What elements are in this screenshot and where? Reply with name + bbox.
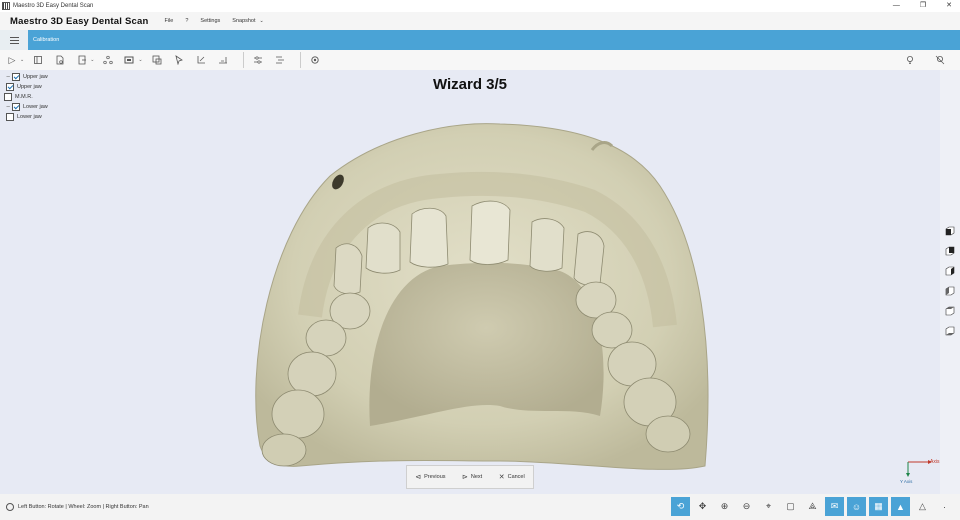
export-icon[interactable] <box>74 52 90 68</box>
chevron-down-icon[interactable]: ⌄ <box>20 57 24 63</box>
menu-file[interactable]: File <box>164 18 173 24</box>
play-icon[interactable]: ▷ <box>4 52 20 68</box>
tree-item-label: Lower jaw <box>17 114 42 120</box>
tree-group-lower-jaw[interactable]: − Lower jaw <box>4 102 48 112</box>
center-view-button[interactable]: ⌖ <box>759 497 778 516</box>
lightbulb-icon[interactable] <box>902 52 918 68</box>
menu-bar: Maestro 3D Easy Dental Scan File ? Setti… <box>0 12 960 30</box>
status-bar: Left Button: Rotate | Wheel: Zoom | Righ… <box>0 494 960 520</box>
cancel-button[interactable]: ✕ Cancel <box>499 473 525 481</box>
toolbar-divider <box>242 52 244 68</box>
grid-view-button[interactable]: ▦ <box>869 497 888 516</box>
pan-tool-button[interactable]: ✥ <box>693 497 712 516</box>
menu-help[interactable]: ? <box>185 18 188 24</box>
previous-button[interactable]: ⊲ Previous <box>415 473 445 481</box>
wizard-title: Wizard 3/5 <box>432 76 508 93</box>
cancel-label: Cancel <box>507 474 525 480</box>
x-axis-label: Axis <box>930 459 940 465</box>
tree-item-label: Lower jaw <box>23 104 48 110</box>
collapse-icon[interactable]: − <box>4 104 12 111</box>
dental-jaw-model[interactable] <box>240 116 720 476</box>
lightbulb-off-icon[interactable] <box>932 52 948 68</box>
minimize-icon[interactable]: — <box>893 0 900 12</box>
next-label: Next <box>470 474 483 480</box>
window-title: Maestro 3D Easy Dental Scan <box>13 3 94 9</box>
view-left-icon[interactable] <box>945 266 955 276</box>
view-top-icon[interactable] <box>945 306 955 316</box>
tab-calibration[interactable]: Calibration <box>33 37 59 43</box>
wizard-navigation: ⊲ Previous ⊳ Next ✕ Cancel <box>406 465 534 489</box>
checkbox-mmr[interactable] <box>4 93 12 101</box>
share-icon[interactable] <box>100 52 116 68</box>
next-button[interactable]: ⊳ Next <box>462 473 482 481</box>
checkbox-lower-jaw[interactable] <box>6 113 14 121</box>
menu-snapshot[interactable]: Snapshot ⌄ <box>232 18 263 24</box>
mesh-view-button[interactable]: ⟁ <box>803 497 822 516</box>
comment-view-button[interactable]: ✉ <box>825 497 844 516</box>
align-icon[interactable] <box>149 52 165 68</box>
tree-item-mmr[interactable]: M.M.R. <box>4 92 48 102</box>
select-icon[interactable] <box>171 52 187 68</box>
measure-icon[interactable] <box>215 52 231 68</box>
zoom-in-button[interactable]: ⊕ <box>715 497 734 516</box>
previous-icon: ⊲ <box>415 474 422 481</box>
window-title-bar: Maestro 3D Easy Dental Scan — ❐ ✕ <box>0 0 960 12</box>
crop-icon[interactable] <box>193 52 209 68</box>
cancel-icon: ✕ <box>498 474 505 481</box>
tree-item-lower-jaw[interactable]: Lower jaw <box>4 112 48 122</box>
mouse-icon <box>6 503 14 511</box>
menu-snapshot-label: Snapshot <box>232 18 256 24</box>
user-view-button[interactable]: ☺ <box>847 497 866 516</box>
app-name: Maestro 3D Easy Dental Scan <box>10 15 149 27</box>
merge-icon[interactable] <box>272 52 288 68</box>
view-right-icon[interactable] <box>945 286 955 296</box>
point-view-button[interactable]: · <box>935 497 954 516</box>
view-back-icon[interactable] <box>945 246 955 256</box>
chevron-down-icon[interactable]: ⌄ <box>90 57 94 63</box>
view-bottom-icon[interactable] <box>945 326 955 336</box>
view-cube-rail <box>940 70 960 494</box>
view-front-icon[interactable] <box>945 226 955 236</box>
solid-view-button[interactable]: ▲ <box>891 497 910 516</box>
next-icon: ⊳ <box>462 474 468 481</box>
toolbar-divider <box>299 52 301 68</box>
hamburger-menu-icon[interactable] <box>0 30 28 50</box>
gear-icon[interactable] <box>307 52 323 68</box>
document-icon[interactable] <box>52 52 68 68</box>
menu-settings[interactable]: Settings <box>200 18 220 24</box>
checkbox-lower-jaw-group[interactable] <box>12 103 20 111</box>
y-axis-label: Y Axis <box>900 479 913 484</box>
axis-triad: Axis Y Axis <box>900 459 940 484</box>
previous-label: Previous <box>424 474 446 480</box>
scanner-icon[interactable] <box>122 52 138 68</box>
chevron-down-icon: ⌄ <box>259 18 264 24</box>
filter-icon[interactable] <box>250 52 266 68</box>
chevron-down-icon[interactable]: ⌄ <box>138 57 142 63</box>
status-hint: Left Button: Rotate | Wheel: Zoom | Righ… <box>18 504 149 510</box>
fit-view-button[interactable]: ▢ <box>781 497 800 516</box>
rotate-tool-button[interactable]: ⟲ <box>671 497 690 516</box>
tree-item-label: M.M.R. <box>15 94 33 100</box>
app-logo-icon <box>2 2 10 10</box>
toolbar: ▷ ⌄ ⌄ ⌄ <box>0 50 960 70</box>
open-file-icon[interactable] <box>30 52 46 68</box>
close-icon[interactable]: ✕ <box>946 0 952 12</box>
wireframe-view-button[interactable]: △ <box>913 497 932 516</box>
restore-icon[interactable]: ❐ <box>920 0 926 12</box>
ribbon: Calibration <box>0 30 960 50</box>
zoom-out-button[interactable]: ⊖ <box>737 497 756 516</box>
